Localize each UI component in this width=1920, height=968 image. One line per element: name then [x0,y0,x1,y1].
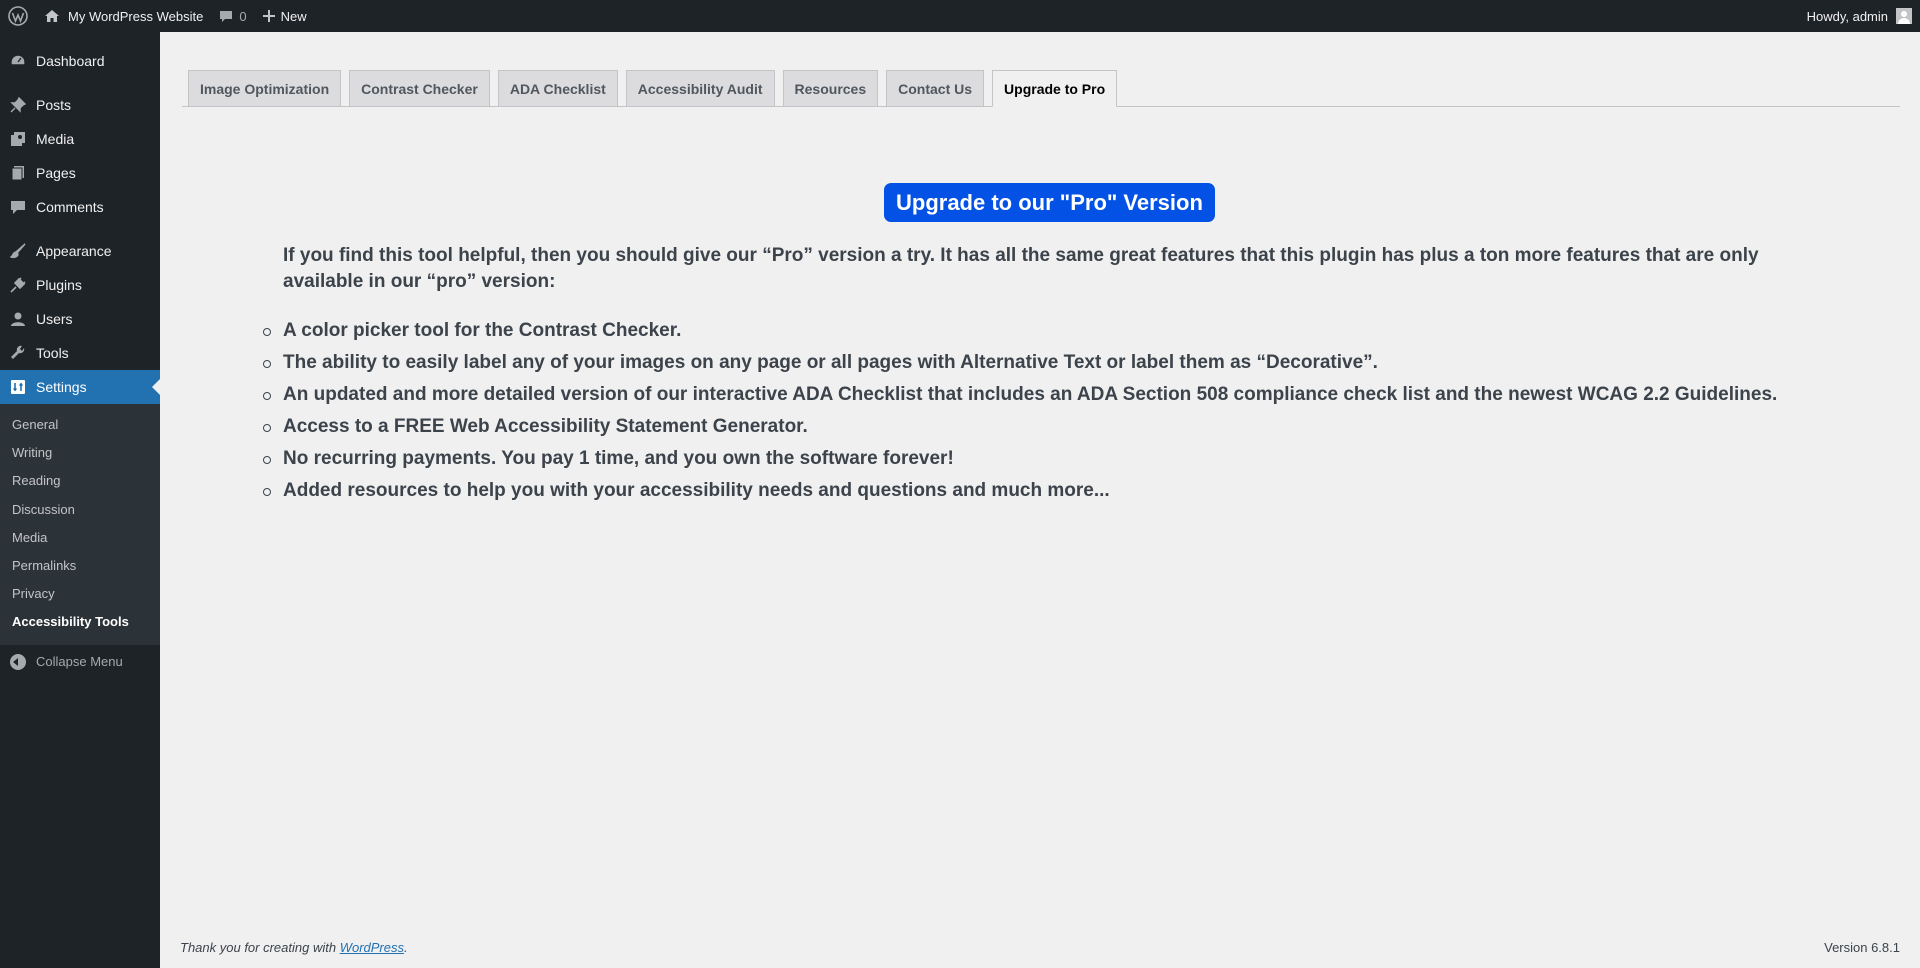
bullet-icon [263,488,271,496]
menu-item-posts[interactable]: Posts [0,88,160,122]
menu-item-dashboard[interactable]: Dashboard [0,44,160,78]
bullet-icon [263,360,271,368]
admin-bar: My WordPress Website 0 New Howdy, admin [0,0,1920,32]
feature-text: Access to a FREE Web Accessibility State… [283,416,808,437]
menu-item-pages[interactable]: Pages [0,156,160,190]
upgrade-intro-text: If you find this tool helpful, then you … [283,245,1759,292]
tab-ada-checklist[interactable]: ADA Checklist [497,70,618,106]
menu-label-plugins: Plugins [36,277,82,293]
comment-icon [10,199,26,215]
menu-label-tools: Tools [36,345,69,361]
plugin-tabs: Image Optimization Contrast Checker ADA … [182,70,1900,107]
collapse-arrow-icon [10,653,26,670]
tab-resources[interactable]: Resources [782,70,879,106]
footer-thanks-suffix: . [404,940,408,955]
upgrade-pro-button[interactable]: Upgrade to our "Pro" Version [884,183,1215,222]
menu-label-users: Users [36,311,73,327]
submenu-accessibility-tools[interactable]: Accessibility Tools [0,608,160,636]
wordpress-link[interactable]: WordPress [340,940,404,955]
footer-version: Version 6.8.1 [1824,940,1900,955]
menu-label-settings: Settings [36,379,87,395]
menu-item-plugins[interactable]: Plugins [0,268,160,302]
plug-icon [10,277,26,293]
collapse-menu-button[interactable]: Collapse Menu [0,645,160,679]
footer-thanks: Thank you for creating with WordPress. [180,940,408,955]
submenu-discussion[interactable]: Discussion [0,496,160,524]
submenu-general[interactable]: General [0,411,160,439]
menu-label-comments: Comments [36,199,104,215]
bullet-icon [263,392,271,400]
feature-text: Added resources to help you with your ac… [283,480,1110,501]
plus-icon [262,10,275,22]
menu-item-comments[interactable]: Comments [0,190,160,224]
site-name-link[interactable]: My WordPress Website [36,0,211,32]
feature-text: The ability to easily label any of your … [283,352,1378,373]
settings-icon [10,379,26,395]
wrench-icon [10,345,26,361]
dashboard-icon [10,53,26,69]
tab-upgrade-to-pro[interactable]: Upgrade to Pro [992,70,1118,107]
list-item: The ability to easily label any of your … [263,347,1777,379]
bullet-icon [263,328,271,336]
tab-image-optimization[interactable]: Image Optimization [188,70,342,106]
tab-accessibility-audit[interactable]: Accessibility Audit [625,70,775,106]
menu-label-appearance: Appearance [36,243,112,259]
site-name-label: My WordPress Website [68,8,204,24]
menu-label-media: Media [36,131,75,147]
menu-label-pages: Pages [36,165,76,181]
media-icon [10,131,26,147]
comments-link[interactable]: 0 [211,0,254,32]
comments-count: 0 [239,8,247,24]
home-icon [45,10,59,22]
new-content-link[interactable]: New [255,0,315,32]
submenu-media[interactable]: Media [0,524,160,552]
submenu-privacy[interactable]: Privacy [0,580,160,608]
brush-icon [10,243,26,259]
wordpress-logo-icon[interactable] [0,0,36,32]
greeting-label: Howdy, admin [1806,8,1888,24]
menu-label-dashboard: Dashboard [36,53,105,69]
list-item: No recurring payments. You pay 1 time, a… [263,443,1777,475]
submenu-permalinks[interactable]: Permalinks [0,552,160,580]
account-menu[interactable]: Howdy, admin [1807,0,1920,32]
feature-text: No recurring payments. You pay 1 time, a… [283,448,954,469]
pin-icon [10,97,26,113]
menu-item-media[interactable]: Media [0,122,160,156]
submenu-writing[interactable]: Writing [0,439,160,467]
bullet-icon [263,456,271,464]
menu-label-posts: Posts [36,97,72,113]
feature-text: A color picker tool for the Contrast Che… [283,320,682,341]
main-content: Image Optimization Contrast Checker ADA … [160,32,1920,968]
list-item: An updated and more detailed version of … [263,379,1778,411]
admin-sidebar: Dashboard Posts Media Pages Comments App… [0,32,160,968]
list-item: Access to a FREE Web Accessibility State… [263,411,1777,443]
tab-contrast-checker[interactable]: Contrast Checker [349,70,490,106]
settings-submenu: General Writing Reading Discussion Media… [0,404,160,645]
menu-item-tools[interactable]: Tools [0,336,160,370]
user-icon [10,311,26,327]
collapse-menu-label: Collapse Menu [36,654,123,669]
menu-item-appearance[interactable]: Appearance [0,234,160,268]
menu-item-settings[interactable]: Settings [0,370,160,404]
new-label: New [280,8,307,24]
menu-item-users[interactable]: Users [0,302,160,336]
bullet-icon [263,424,271,432]
avatar [1896,8,1912,24]
list-item: A color picker tool for the Contrast Che… [263,315,1777,347]
tab-contact-us[interactable]: Contact Us [886,70,985,106]
feature-text: An updated and more detailed version of … [283,384,1778,405]
list-item: Added resources to help you with your ac… [263,475,1777,507]
pro-features-list: A color picker tool for the Contrast Che… [263,315,1778,507]
comment-bubble-icon [220,11,233,22]
submenu-reading[interactable]: Reading [0,467,160,495]
pages-icon [10,165,26,181]
footer-thanks-prefix: Thank you for creating with [180,940,340,955]
